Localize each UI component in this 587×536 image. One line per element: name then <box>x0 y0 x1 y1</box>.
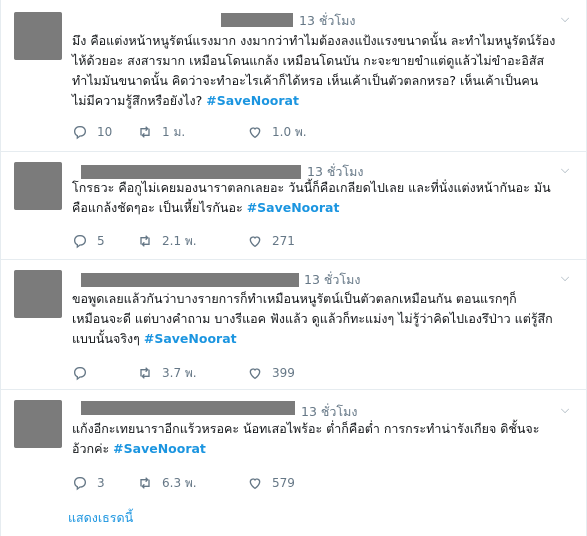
name-redaction <box>81 165 301 179</box>
like-count: 1.0 พ. <box>272 124 307 139</box>
tweet-line: ไม่มีความรู้สึกหรือยังไง? #SaveNoorat <box>72 93 299 108</box>
tweet-actions: 10 1 ม. 1.0 พ. <box>72 122 347 142</box>
timeline: 13 ชั่วโมง ⌵ มึง คือแต่งหน้าหนูรัตน์แรงม… <box>0 0 587 536</box>
tweet-line: มึง คือแต่งหน้าหนูรัตน์แรงมาก งงมากว่าทำ… <box>72 33 556 48</box>
retweet-icon <box>140 235 150 247</box>
tweet-text: มึง คือแต่งหน้าหนูรัตน์แรงมาก งงมากว่าทำ… <box>72 31 577 111</box>
hashtag-link[interactable]: #SaveNoorat <box>206 93 299 108</box>
tweet-line: ทำไมมันขนาดนั้น คิดว่าจะทำอะไรเค้าก็ได้ห… <box>72 73 539 88</box>
retweet-icon <box>140 126 150 138</box>
tweet-2[interactable]: 13 ชั่วโมง ⌵ โกรธวะ คือกูไม่เคยมองนาราตล… <box>1 152 586 260</box>
tweet-line: อ้วกค่ะ #SaveNoorat <box>72 441 206 456</box>
retweet-icon <box>140 477 150 489</box>
chevron-down-icon[interactable]: ⌵ <box>558 403 572 417</box>
chevron-down-icon[interactable]: ⌵ <box>558 12 572 26</box>
tweet-3[interactable]: 13 ชั่วโมง ⌵ ขอพูดเลยแล้วกันว่าบางรายการ… <box>1 260 586 390</box>
avatar[interactable] <box>14 270 62 318</box>
like-button[interactable]: 399 <box>247 365 347 381</box>
reply-button[interactable]: 3 <box>72 475 137 491</box>
tweet-line: คือแกล้งชัดๆอะ เป็นเหี้ยไรกันอะ #SaveNoo… <box>72 200 340 215</box>
name-redaction <box>221 13 293 27</box>
like-button[interactable]: 271 <box>247 233 347 249</box>
like-count: 271 <box>272 234 295 248</box>
hashtag-link[interactable]: #SaveNoorat <box>113 441 206 456</box>
like-count: 399 <box>272 366 295 380</box>
heart-icon <box>249 236 261 248</box>
retweet-button[interactable]: 6.3 พ. <box>137 474 247 493</box>
retweet-button[interactable]: 1 ม. <box>137 123 247 142</box>
chevron-down-icon[interactable]: ⌵ <box>558 271 572 285</box>
hashtag-link[interactable]: #SaveNoorat <box>144 331 237 346</box>
retweet-count: 3.7 พ. <box>162 365 197 380</box>
tweet-actions: 3.7 พ. 399 <box>72 363 347 383</box>
name-redaction <box>81 273 299 287</box>
tweet-text: โกรธวะ คือกูไม่เคยมองนาราตลกเลยอะ วันนี้… <box>72 178 577 218</box>
tweet-line: ไห้ด้วยอะ สงสารมาก เหมือนโดนแกล้ง เหมือน… <box>72 53 545 68</box>
tweet-line: ขอพูดเลยแล้วกันว่าบางรายการก็ทำเหมือนหนู… <box>72 291 517 306</box>
tweet-text: ขอพูดเลยแล้วกันว่าบางรายการก็ทำเหมือนหนู… <box>72 289 577 349</box>
reply-button[interactable] <box>72 365 137 381</box>
tweet-line: โกรธวะ คือกูไม่เคยมองนาราตลกเลยอะ วันนี้… <box>72 180 551 195</box>
like-count: 579 <box>272 476 295 490</box>
tweet-timestamp[interactable]: 13 ชั่วโมง <box>304 270 360 290</box>
like-button[interactable]: 579 <box>247 475 347 491</box>
tweet-line: เหมือนจะดี แต่บางคำถาม บางรีแอค ฟังแล้ว … <box>72 311 553 326</box>
reply-icon <box>74 367 86 381</box>
reply-count: 10 <box>97 125 113 139</box>
reply-count: 3 <box>97 476 105 490</box>
name-redaction <box>81 401 295 415</box>
retweet-icon <box>140 367 150 379</box>
retweet-button[interactable]: 3.7 พ. <box>137 364 247 383</box>
heart-icon <box>249 478 261 490</box>
retweet-count: 2.1 พ. <box>162 233 197 248</box>
reply-icon <box>74 235 86 249</box>
reply-count: 5 <box>97 234 105 248</box>
tweet-text: แก้งอีกะเทยนาราอีกแร้วหรอคะ น้อทเสอไพร้อ… <box>72 419 577 459</box>
tweet-actions: 3 6.3 พ. 579 <box>72 473 347 493</box>
chevron-down-icon[interactable]: ⌵ <box>558 163 572 177</box>
heart-icon <box>249 127 261 139</box>
retweet-button[interactable]: 2.1 พ. <box>137 232 247 251</box>
reply-button[interactable]: 10 <box>72 124 137 140</box>
tweet-actions: 5 2.1 พ. 271 <box>72 231 347 251</box>
avatar[interactable] <box>14 12 62 60</box>
reply-icon <box>74 126 86 140</box>
hashtag-link[interactable]: #SaveNoorat <box>247 200 340 215</box>
tweet-timestamp[interactable]: 13 ชั่วโมง <box>299 11 355 31</box>
retweet-count: 1 ม. <box>162 124 186 139</box>
retweet-count: 6.3 พ. <box>162 475 197 490</box>
heart-icon <box>249 368 261 380</box>
reply-button[interactable]: 5 <box>72 233 137 249</box>
avatar[interactable] <box>14 400 62 448</box>
tweet-line: แบบนั้นจริงๆ #SaveNoorat <box>72 331 237 346</box>
avatar[interactable] <box>14 162 62 210</box>
reply-icon <box>74 477 86 491</box>
show-thread-link[interactable]: แสดงเธรดนี้ <box>68 508 133 528</box>
like-button[interactable]: 1.0 พ. <box>247 123 347 142</box>
tweet-line: แก้งอีกะเทยนาราอีกแร้วหรอคะ น้อทเสอไพร้อ… <box>72 421 540 436</box>
tweet-1[interactable]: 13 ชั่วโมง ⌵ มึง คือแต่งหน้าหนูรัตน์แรงม… <box>1 0 586 152</box>
